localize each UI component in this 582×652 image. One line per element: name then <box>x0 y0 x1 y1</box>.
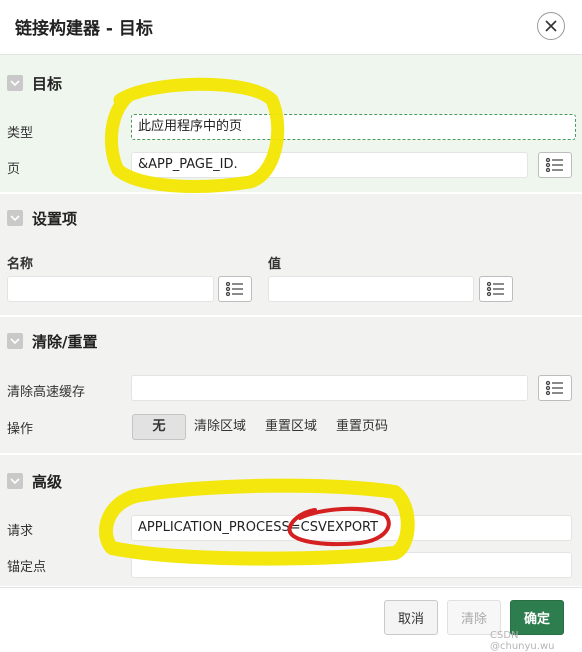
clear-cache-label: 清除高速缓存 <box>7 385 86 400</box>
clear-cache-input[interactable] <box>131 375 528 401</box>
item-name-list-button[interactable] <box>218 276 252 302</box>
section-advanced-title: 高级 <box>32 472 63 491</box>
close-icon <box>545 20 557 32</box>
item-name-input[interactable] <box>7 276 214 302</box>
section-target: 目标 类型 此应用程序中的页 页 &APP_PAGE_ID. <box>0 55 582 192</box>
action-option-clear-region[interactable]: 清除区域 <box>194 414 246 440</box>
list-icon <box>225 281 243 297</box>
action-label: 操作 <box>7 422 34 437</box>
page-list-button[interactable] <box>538 152 572 178</box>
value-column-header: 值 <box>268 257 282 272</box>
page-label: 页 <box>7 162 21 177</box>
request-input[interactable]: APPLICATION_PROCESS=CSVEXPORT <box>131 515 572 541</box>
section-advanced-header[interactable]: 高级 <box>7 471 62 491</box>
section-advanced: 高级 请求 APPLICATION_PROCESS=CSVEXPORT 锚定点 <box>0 455 582 586</box>
chevron-down-icon <box>7 75 23 91</box>
close-button[interactable] <box>537 12 565 40</box>
name-column-header: 名称 <box>7 257 34 272</box>
type-select[interactable]: 此应用程序中的页 <box>131 114 576 140</box>
type-label: 类型 <box>7 126 34 141</box>
list-icon <box>486 281 504 297</box>
section-settings-title: 设置项 <box>32 209 78 228</box>
anchor-input[interactable] <box>131 552 572 578</box>
section-clear-reset-header[interactable]: 清除/重置 <box>7 331 97 351</box>
dialog-title: 链接构建器 - 目标 <box>15 19 153 39</box>
request-label: 请求 <box>7 524 34 539</box>
list-icon <box>545 157 563 173</box>
section-target-header[interactable]: 目标 <box>7 73 62 93</box>
section-clear-reset-title: 清除/重置 <box>32 332 98 351</box>
section-settings-header[interactable]: 设置项 <box>7 208 77 228</box>
action-option-reset-pagination[interactable]: 重置页码 <box>336 414 388 440</box>
list-icon <box>545 380 563 396</box>
cancel-button[interactable]: 取消 <box>384 600 438 635</box>
chevron-down-icon <box>7 473 23 489</box>
item-value-list-button[interactable] <box>479 276 513 302</box>
watermark: CSDN @chunyu.wu <box>490 630 555 652</box>
action-option-reset-region[interactable]: 重置区域 <box>265 414 317 440</box>
clear-cache-list-button[interactable] <box>538 375 572 401</box>
action-option-none[interactable]: 无 <box>132 414 186 440</box>
anchor-label: 锚定点 <box>7 560 47 575</box>
section-settings: 设置项 名称 值 <box>0 194 582 315</box>
chevron-down-icon <box>7 210 23 226</box>
chevron-down-icon <box>7 333 23 349</box>
item-value-input[interactable] <box>268 276 474 302</box>
section-target-title: 目标 <box>32 74 63 93</box>
link-builder-dialog: 链接构建器 - 目标 目标 类型 此应用程序中的页 页 &APP_PAGE_ID… <box>0 0 582 652</box>
page-input[interactable]: &APP_PAGE_ID. <box>131 152 528 178</box>
section-clear-reset: 清除/重置 清除高速缓存 操作 无 清除区域 重置区域 重置页码 <box>0 317 582 453</box>
dialog-titlebar: 链接构建器 - 目标 <box>0 0 582 55</box>
